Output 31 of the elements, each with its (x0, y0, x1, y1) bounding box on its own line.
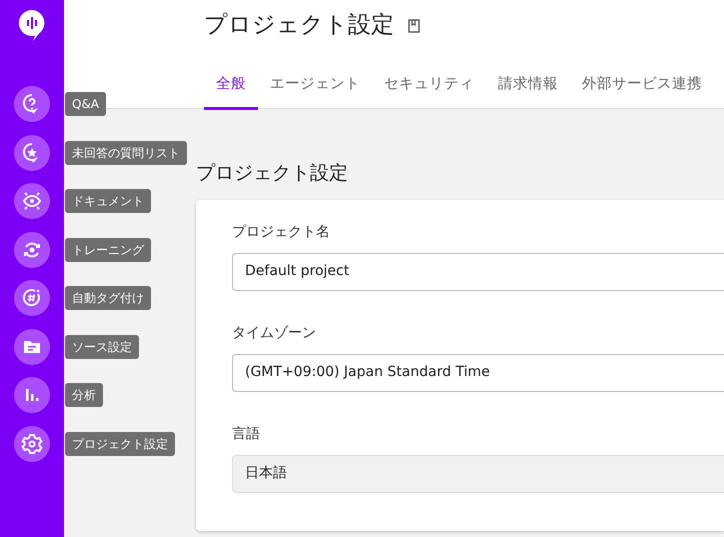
nav-button[interactable] (14, 232, 50, 268)
tooltip: プロジェクト設定 (65, 432, 175, 456)
tab[interactable]: 全般 (204, 68, 258, 110)
tooltip: 未回答の質問リスト (65, 140, 187, 165)
tab[interactable]: 外部サービス連携 (570, 68, 714, 110)
nav-button[interactable] (14, 134, 50, 171)
tooltip: ドキュメント (65, 189, 151, 214)
tooltip: トレーニング (65, 238, 151, 262)
nav-button[interactable] (14, 377, 50, 414)
tooltip: 分析 (65, 383, 103, 408)
tab[interactable]: エージェント (258, 68, 372, 110)
logo-icon (17, 8, 47, 42)
input-field[interactable]: (GMT+09:00) Japan Standard Time (232, 354, 724, 392)
gear-icon (20, 432, 44, 456)
tooltip: ソース設定 (65, 334, 139, 359)
field-label: プロジェクト名 (232, 222, 331, 242)
tooltip: Q&A (65, 92, 106, 116)
nav-button[interactable] (14, 280, 50, 316)
tooltip: 自動タグ付け (65, 286, 151, 310)
field-label: タイムゾーン (232, 324, 317, 342)
section-title: プロジェクト設定 (196, 161, 349, 186)
field-label: 言語 (232, 424, 261, 444)
page-title: プロジェクト設定 (204, 12, 394, 40)
nav-button[interactable] (14, 86, 50, 122)
nav-button[interactable] (14, 183, 50, 220)
nav-button[interactable] (14, 426, 50, 462)
nav-button[interactable] (14, 328, 50, 365)
bookmark-icon[interactable] (408, 18, 420, 33)
tab[interactable]: 請求情報 (486, 68, 570, 110)
input-field[interactable]: Default project (232, 252, 724, 290)
tab[interactable]: セキュリティ (372, 68, 486, 110)
